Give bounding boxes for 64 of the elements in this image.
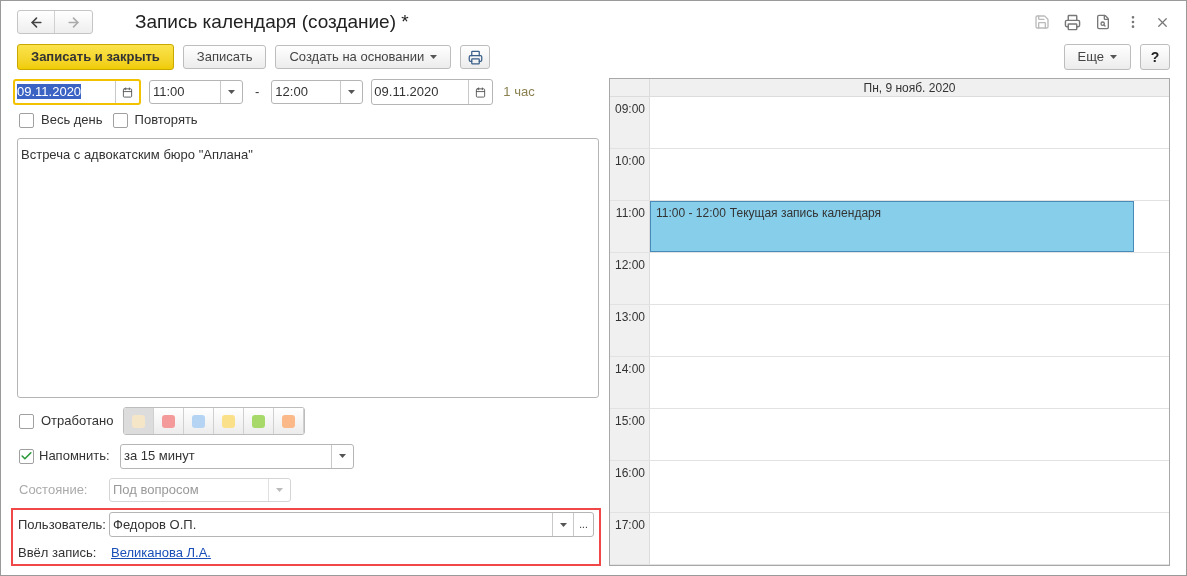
- save-icon[interactable]: [1034, 14, 1050, 30]
- checkbox[interactable]: [19, 413, 34, 429]
- hour-label: 09:00: [610, 97, 650, 148]
- print-button[interactable]: [460, 45, 491, 69]
- hour-label: 17:00: [610, 513, 650, 564]
- back-arrow-icon: [28, 14, 44, 30]
- caret-icon: [348, 90, 356, 94]
- user-label: Пользователь:: [18, 515, 107, 534]
- remind-label: Напомнить:: [39, 447, 111, 466]
- printer-icon: [467, 49, 483, 65]
- hour-label: 15:00: [610, 409, 650, 460]
- date-field[interactable]: 09.11.2020: [13, 79, 141, 105]
- event-time: 11:00 - 12:00: [656, 205, 726, 222]
- hour-label: 10:00: [610, 149, 650, 200]
- time-field[interactable]: 12:00: [271, 80, 364, 104]
- duration-text: 1 час: [503, 83, 535, 102]
- author-label: Ввёл запись:: [18, 544, 98, 563]
- caret-icon: [228, 90, 235, 94]
- caret-icon: [339, 454, 346, 458]
- color-option[interactable]: [214, 408, 245, 434]
- preview-icon[interactable]: [1095, 14, 1111, 30]
- toolbar-button[interactable]: Записать: [182, 45, 267, 69]
- event-title: Текущая запись календаря: [729, 205, 882, 222]
- hour-label: 16:00: [610, 461, 650, 512]
- checkbox[interactable]: [112, 112, 128, 128]
- date-field[interactable]: 09.11.2020: [371, 79, 494, 105]
- hour-label: 14:00: [610, 357, 650, 408]
- hour-label: 11:00: [610, 201, 650, 252]
- day-header: Пн, 9 нояб. 2020: [862, 80, 957, 96]
- select-button[interactable]: ...: [573, 513, 593, 536]
- save-and-close-button[interactable]: Записать и закрыть: [17, 44, 174, 70]
- hour-label: 13:00: [610, 305, 650, 356]
- time-field[interactable]: 11:00: [149, 80, 243, 104]
- state-label: Состояние:: [19, 481, 89, 500]
- calendar-event[interactable]: 11:00 - 12:00 Текущая запись календаря: [650, 201, 1134, 252]
- description-text: Встреча с адвокатским бюро "Аплана": [21, 147, 253, 162]
- calendar-icon: [122, 86, 133, 98]
- dropdown-button[interactable]: Создать на основании: [275, 45, 452, 69]
- checkbox-label: Повторять: [134, 111, 198, 130]
- more-button[interactable]: Еще: [1063, 44, 1131, 70]
- caret-icon: [1110, 55, 1117, 59]
- color-option[interactable]: [154, 408, 185, 434]
- description-field[interactable]: Встреча с адвокатским бюро "Аплана": [17, 138, 599, 398]
- color-option[interactable]: [184, 408, 215, 434]
- checkbox[interactable]: [19, 112, 34, 128]
- help-button[interactable]: ?: [1140, 44, 1170, 70]
- printer-icon[interactable]: [1064, 13, 1081, 31]
- color-option[interactable]: [124, 408, 155, 434]
- author-link[interactable]: Великанова Л.А.: [111, 543, 211, 563]
- checkbox-label: Весь день: [41, 111, 103, 130]
- caret-icon: [276, 488, 283, 492]
- calendar-icon: [475, 86, 487, 98]
- remind-field[interactable]: за 15 минут: [120, 443, 354, 469]
- color-option[interactable]: [244, 408, 275, 434]
- color-option[interactable]: [274, 408, 305, 434]
- caret-icon: [430, 55, 438, 59]
- forward-arrow-icon: [66, 14, 81, 30]
- checkbox[interactable]: [19, 448, 34, 464]
- checkbox-label: Отработано: [41, 412, 114, 431]
- separator-text: -: [254, 83, 261, 102]
- caret-icon: [559, 522, 567, 527]
- user-field[interactable]: Федоров О.П. ...: [109, 512, 594, 537]
- hour-label: 12:00: [610, 253, 650, 304]
- window-title: Запись календаря (создание) *: [135, 9, 409, 34]
